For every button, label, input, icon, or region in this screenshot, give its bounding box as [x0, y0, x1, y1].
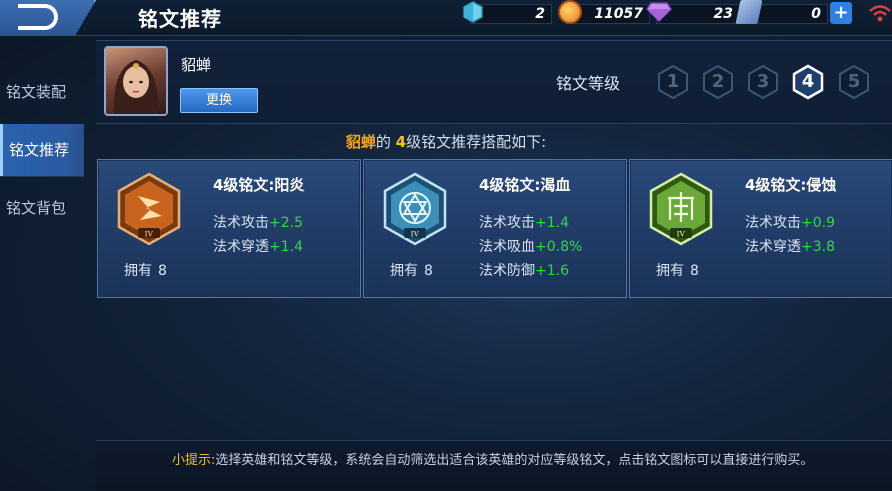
- level-3-button[interactable]: 3: [745, 64, 781, 100]
- hero-name: 貂蝉: [181, 56, 212, 74]
- headline-text: 的: [375, 133, 396, 151]
- recharge-button[interactable]: +: [830, 2, 852, 24]
- svg-text:IV: IV: [145, 230, 154, 239]
- headline-hero-name: 貂蝉: [345, 133, 376, 151]
- gold-coin-icon: [558, 0, 582, 24]
- top-bar: 铭文推荐 2 11057 23 0 +: [0, 0, 892, 36]
- divider: [0, 176, 84, 177]
- level-2-button[interactable]: 2: [700, 64, 736, 100]
- back-button[interactable]: [0, 0, 96, 36]
- sidebar-item-rune-bag[interactable]: 铭文背包: [0, 182, 84, 234]
- left-nav: 铭文装配 铭文推荐 铭文背包: [0, 36, 84, 491]
- rune-title: 4级铭文:侵蚀: [745, 176, 837, 194]
- level-1-button[interactable]: 1: [655, 64, 691, 100]
- svg-text:IV: IV: [411, 230, 420, 239]
- rune-card-qinshi: IV 拥有 8 4级铭文:侵蚀 法术攻击+0.9 法术穿透+3.8: [629, 159, 892, 298]
- rune-card-yangyan: IV 拥有 8 4级铭文:阳炎 法术攻击+2.5 法术穿透+1.4: [97, 159, 361, 298]
- page-title: 铭文推荐: [138, 7, 222, 31]
- headline-text: 级铭文推荐搭配如下:: [406, 133, 547, 151]
- diamond-icon: [646, 2, 672, 22]
- hero-avatar[interactable]: [104, 46, 168, 116]
- svg-text:IV: IV: [677, 230, 686, 239]
- rune-stat: 法术攻击+1.4: [479, 215, 569, 231]
- rune-stat: 法术穿透+1.4: [213, 239, 303, 255]
- rune-emblem-icon[interactable]: IV: [382, 172, 448, 248]
- rune-emblem-icon[interactable]: IV: [116, 172, 182, 248]
- rune-stat: 法术防御+1.6: [479, 263, 569, 279]
- recommend-headline: 貂蝉的 4级铭文推荐搭配如下:: [0, 131, 892, 152]
- sidebar-item-rune-equip[interactable]: 铭文装配: [0, 66, 84, 118]
- tip-label: 小提示:: [172, 453, 216, 468]
- level-5-button[interactable]: 5: [836, 64, 872, 100]
- headline-level: 4: [395, 133, 407, 151]
- tip-body: 选择英雄和铭文等级，系统会自动筛选出适合该英雄的对应等级铭文，点击铭文图标可以直…: [215, 453, 814, 468]
- crystal-icon: [463, 1, 483, 23]
- rune-emblem-icon[interactable]: IV: [648, 172, 714, 248]
- wifi-icon: [869, 5, 891, 22]
- owned-count: 拥有 8: [124, 263, 167, 279]
- rune-stat: 法术穿透+3.8: [745, 239, 835, 255]
- level-number: 3: [756, 71, 770, 92]
- rune-stat: 法术攻击+0.9: [745, 215, 835, 231]
- swap-hero-button[interactable]: 更换: [180, 88, 258, 113]
- rune-card-kexue: IV 拥有 8 4级铭文:渴血 法术攻击+1.4 法术吸血+0.8% 法术防御+1…: [363, 159, 627, 298]
- owned-count: 拥有 8: [656, 263, 699, 279]
- tip-text: 小提示:选择英雄和铭文等级，系统会自动筛选出适合该英雄的对应等级铭文，点击铭文图…: [172, 452, 832, 470]
- level-number: 1: [666, 71, 680, 92]
- back-arrow-icon: [18, 4, 58, 30]
- rune-level-label: 铭文等级: [556, 74, 621, 93]
- rune-stat: 法术攻击+2.5: [213, 215, 303, 231]
- rune-stat: 法术吸血+0.8%: [479, 239, 583, 255]
- owned-count: 拥有 8: [390, 263, 433, 279]
- level-number: 2: [711, 71, 725, 92]
- rune-title: 4级铭文:渴血: [479, 176, 571, 194]
- level-number: 5: [847, 71, 861, 92]
- hero-portrait-icon: [113, 60, 159, 114]
- level-4-button[interactable]: 4: [790, 64, 826, 100]
- rune-title: 4级铭文:阳炎: [213, 176, 305, 194]
- level-number: 4: [801, 71, 815, 92]
